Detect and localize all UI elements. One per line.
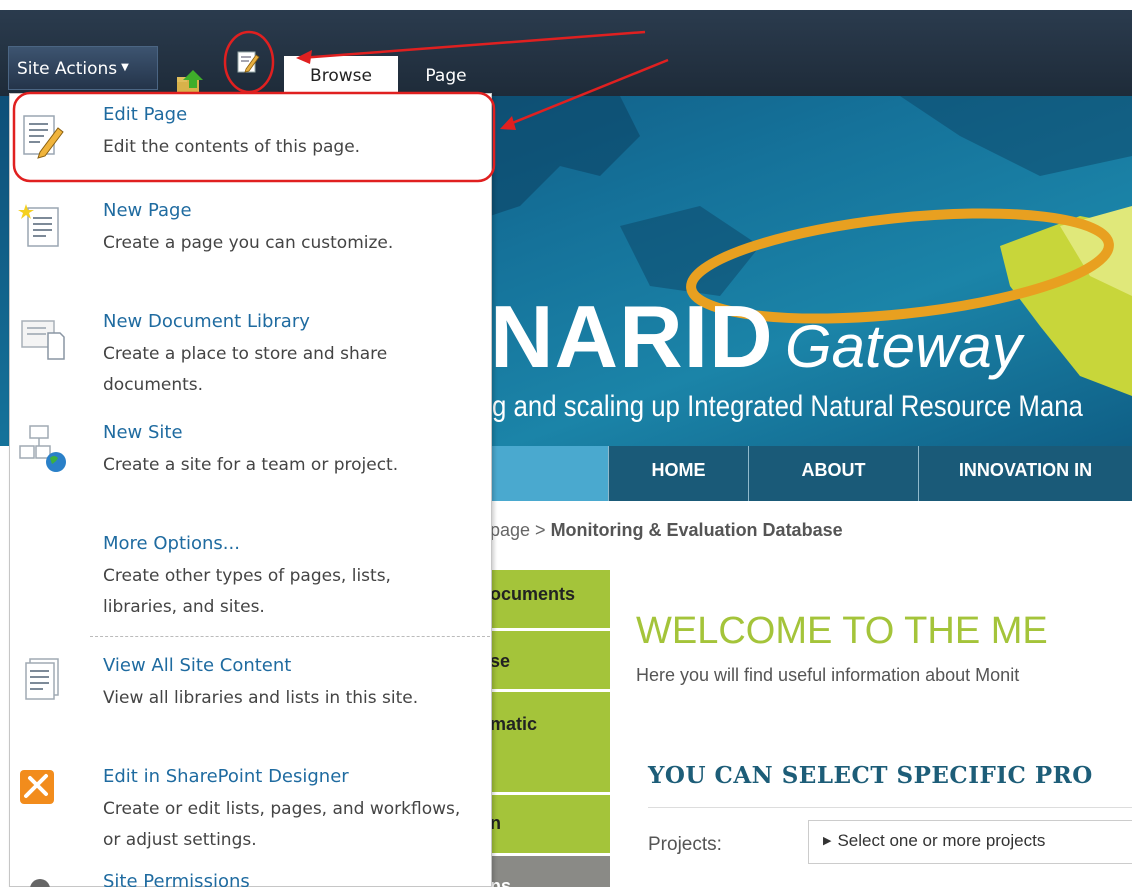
arrow-head <box>500 116 516 130</box>
highlight-box <box>12 91 496 183</box>
arrow-line <box>504 58 669 128</box>
arrow-line <box>299 30 646 60</box>
highlight-circle <box>223 30 275 94</box>
annotation-overlay <box>12 30 669 183</box>
arrow-head <box>296 50 312 64</box>
